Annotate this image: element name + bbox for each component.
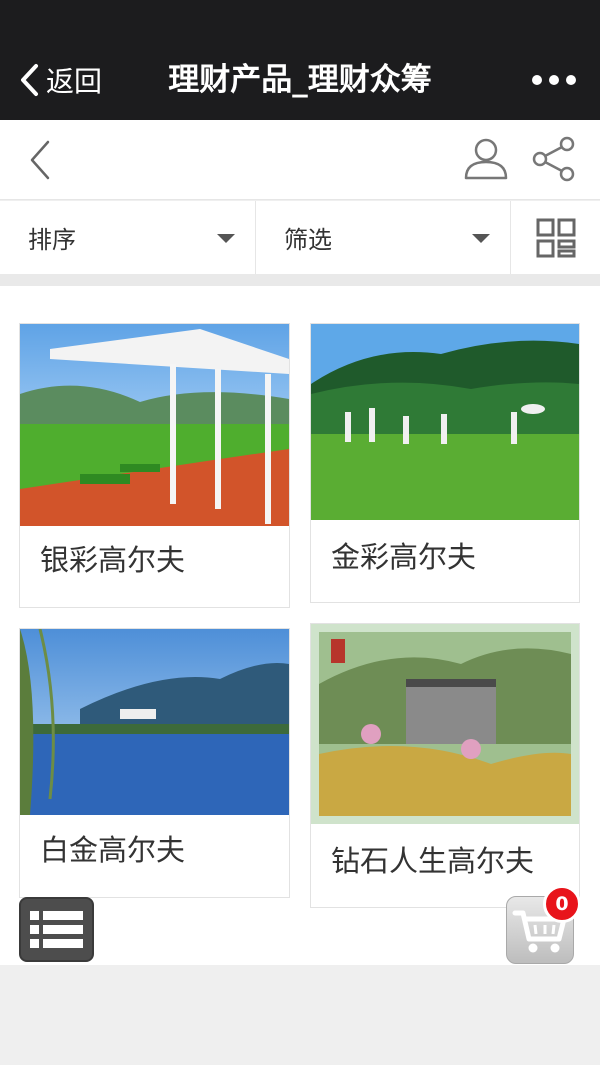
product-card[interactable]: 金彩高尔夫 <box>310 323 580 603</box>
sort-dropdown[interactable]: 排序 <box>0 201 256 274</box>
section-divider <box>0 274 600 286</box>
product-name: 钻石人生高尔夫 <box>331 844 535 878</box>
grid-view-icon <box>536 218 575 257</box>
user-icon[interactable] <box>463 136 509 182</box>
caret-down-icon <box>472 234 490 243</box>
dot-icon <box>532 75 542 85</box>
share-icon[interactable] <box>531 136 577 182</box>
product-image <box>20 629 289 815</box>
product-image <box>311 624 579 824</box>
chevron-left-icon[interactable] <box>22 138 62 182</box>
product-image <box>311 324 579 520</box>
cart-count-badge: 0 <box>543 885 581 923</box>
list-icon <box>30 911 83 948</box>
dot-icon <box>566 75 576 85</box>
product-name: 金彩高尔夫 <box>331 540 477 574</box>
filter-bar: 排序 筛选 <box>0 201 600 274</box>
sort-label: 排序 <box>28 226 76 254</box>
grid-view-button[interactable] <box>511 201 600 274</box>
filter-label: 筛选 <box>284 226 332 254</box>
more-options-button[interactable] <box>532 70 576 90</box>
product-card[interactable]: 钻石人生高尔夫 <box>310 623 580 908</box>
title-bar: 返回 理财产品_理财众筹 <box>0 0 600 120</box>
list-menu-button[interactable] <box>19 897 94 962</box>
product-card[interactable]: 银彩高尔夫 <box>19 323 290 608</box>
dot-icon <box>549 75 559 85</box>
caret-down-icon <box>217 234 235 243</box>
filter-dropdown[interactable]: 筛选 <box>256 201 511 274</box>
product-name: 白金高尔夫 <box>40 833 186 867</box>
nav-bar <box>0 120 600 200</box>
product-card[interactable]: 白金高尔夫 <box>19 628 290 898</box>
product-name: 银彩高尔夫 <box>40 543 186 577</box>
product-image <box>20 324 289 526</box>
page-title: 理财产品_理财众筹 <box>168 62 432 98</box>
